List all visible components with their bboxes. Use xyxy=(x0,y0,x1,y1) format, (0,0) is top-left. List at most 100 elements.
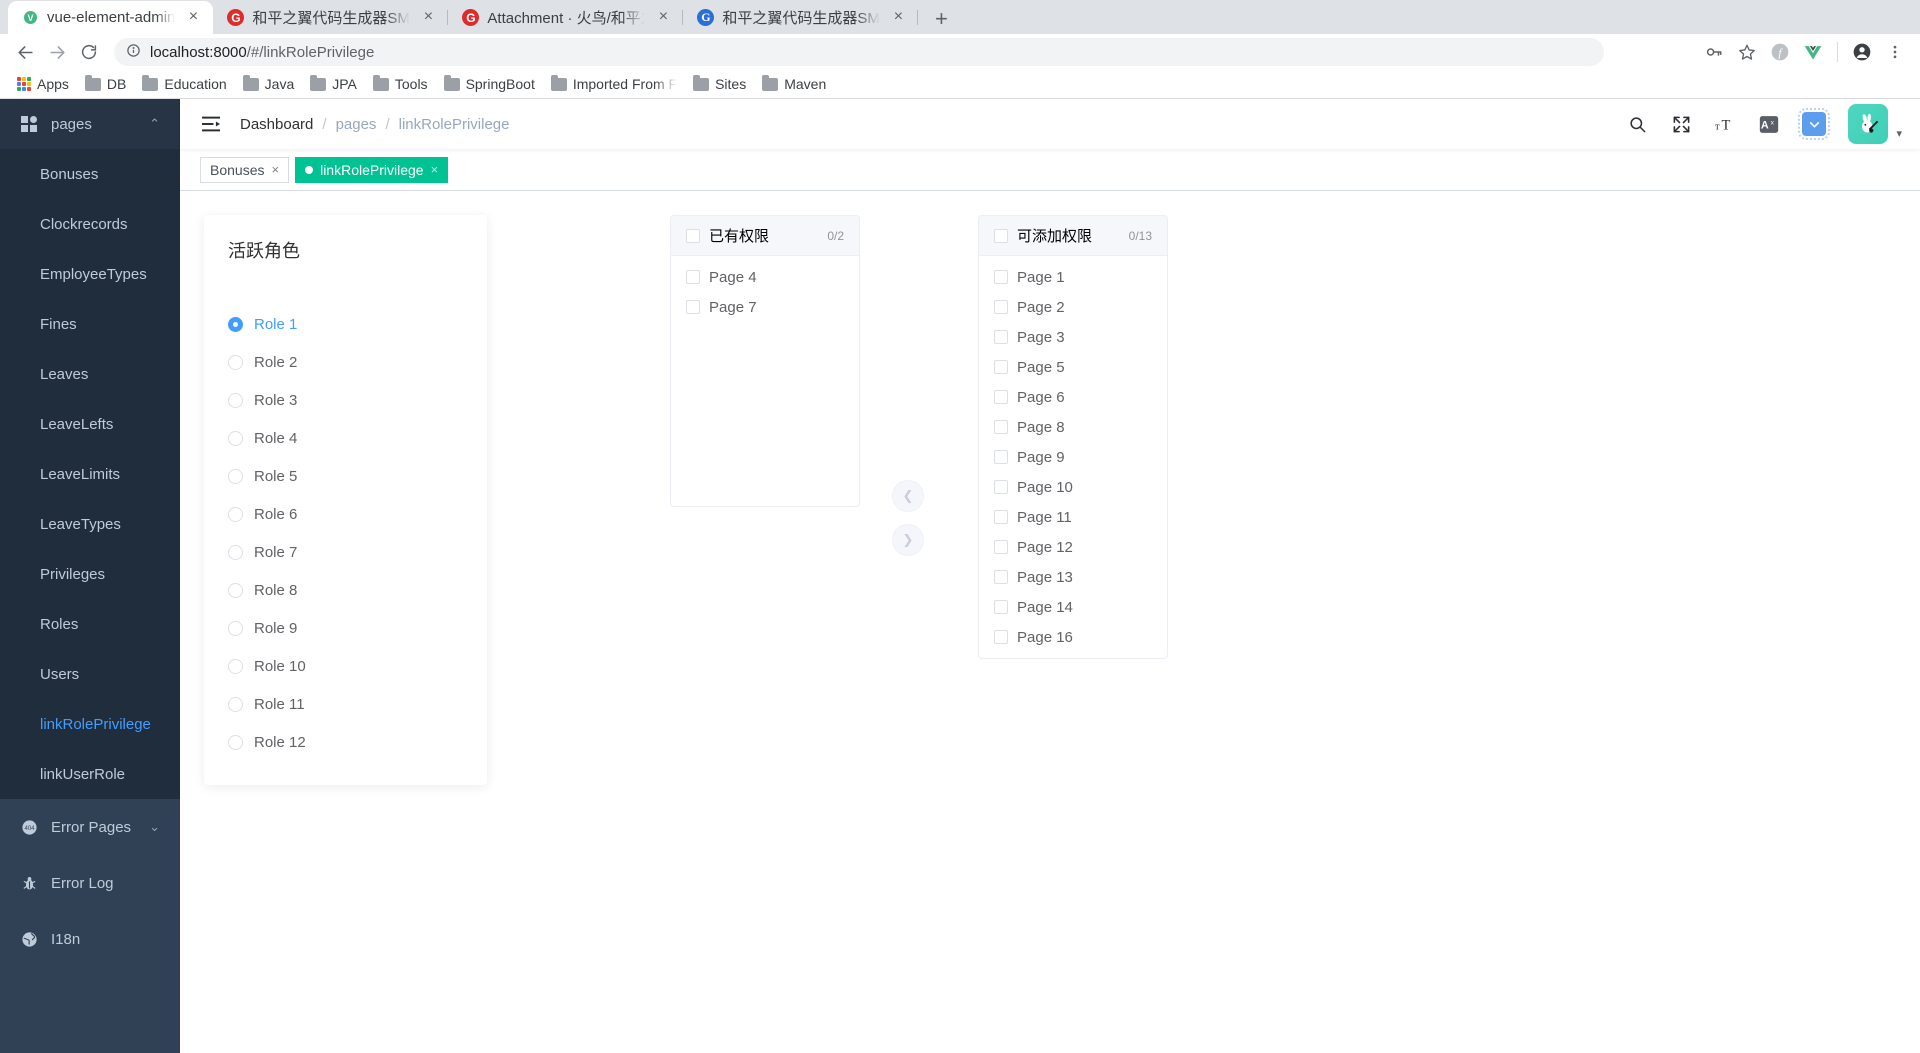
list-item[interactable]: Page 11 xyxy=(979,502,1167,532)
address-bar[interactable]: localhost:8000/#/linkRolePrivilege xyxy=(114,38,1604,66)
role-radio-role-2[interactable]: Role 2 xyxy=(228,343,463,381)
role-radio-role-3[interactable]: Role 3 xyxy=(228,381,463,419)
list-item[interactable]: Page 12 xyxy=(979,532,1167,562)
hamburger-collapse-icon[interactable] xyxy=(200,113,222,135)
bookmark-java[interactable]: Java xyxy=(235,73,303,95)
browser-tab-0[interactable]: V vue-element-admin × xyxy=(8,1,214,34)
sidebar-item-roles[interactable]: Roles xyxy=(0,599,180,649)
translate-icon[interactable]: Ax xyxy=(1758,113,1780,135)
list-item[interactable]: Page 2 xyxy=(979,292,1167,322)
more-menu-icon[interactable] xyxy=(1880,37,1910,67)
role-radio-role-8[interactable]: Role 8 xyxy=(228,571,463,609)
sidebar-item-employeetypes[interactable]: EmployeeTypes xyxy=(0,249,180,299)
sidebar-item-bonuses[interactable]: Bonuses xyxy=(0,149,180,199)
extension-f-icon[interactable]: f xyxy=(1765,37,1795,67)
font-size-icon[interactable]: тT xyxy=(1714,113,1736,135)
breadcrumb-item-linkroleprivilege[interactable]: linkRolePrivilege xyxy=(399,116,510,133)
transfer-left-header[interactable]: 已有权限 0/2 xyxy=(671,216,859,256)
role-radio-role-1[interactable]: Role 1 xyxy=(228,305,463,343)
transfer-to-left-button[interactable]: ❮ xyxy=(892,480,924,512)
list-item[interactable]: Page 5 xyxy=(979,352,1167,382)
sidebar-item-users[interactable]: Users xyxy=(0,649,180,699)
sidebar-group-pages[interactable]: pages ⌃ xyxy=(0,99,180,149)
sidebar-item-error-pages[interactable]: 404 Error Pages ⌄ xyxy=(0,799,180,855)
info-circle-icon[interactable] xyxy=(126,43,141,62)
sidebar-item-leaves[interactable]: Leaves xyxy=(0,349,180,399)
bookmark-springboot[interactable]: SpringBoot xyxy=(436,73,543,95)
list-item[interactable]: Page 6 xyxy=(979,382,1167,412)
role-radio-role-5[interactable]: Role 5 xyxy=(228,457,463,495)
vue-devtools-icon[interactable] xyxy=(1798,37,1828,67)
profile-avatar-icon[interactable] xyxy=(1847,37,1877,67)
role-radio-role-11[interactable]: Role 11 xyxy=(228,685,463,723)
item-checkbox[interactable] xyxy=(686,270,700,284)
back-icon[interactable] xyxy=(10,37,40,67)
item-checkbox[interactable] xyxy=(994,630,1008,644)
tag-linkroleprivilege[interactable]: linkRolePrivilege × xyxy=(295,156,449,183)
role-radio-role-9[interactable]: Role 9 xyxy=(228,609,463,647)
item-checkbox[interactable] xyxy=(994,450,1008,464)
sidebar-item-linkuserrole[interactable]: linkUserRole xyxy=(0,749,180,799)
reload-icon[interactable] xyxy=(74,37,104,67)
tab-close-icon[interactable]: × xyxy=(418,8,438,28)
item-checkbox[interactable] xyxy=(994,420,1008,434)
select-all-checkbox[interactable] xyxy=(686,228,700,243)
role-radio-role-4[interactable]: Role 4 xyxy=(228,419,463,457)
breadcrumb-item-pages[interactable]: pages xyxy=(336,116,377,133)
tag-close-icon[interactable]: × xyxy=(271,162,279,177)
sidebar-item-leavetypes[interactable]: LeaveTypes xyxy=(0,499,180,549)
item-checkbox[interactable] xyxy=(994,270,1008,284)
item-checkbox[interactable] xyxy=(994,390,1008,404)
bookmark-jpa[interactable]: JPA xyxy=(302,73,365,95)
bookmark-apps[interactable]: Apps xyxy=(9,73,77,95)
bookmark-db[interactable]: DB xyxy=(77,73,134,95)
key-icon[interactable] xyxy=(1699,37,1729,67)
list-item[interactable]: Page 9 xyxy=(979,442,1167,472)
search-icon[interactable] xyxy=(1626,113,1648,135)
item-checkbox[interactable] xyxy=(994,360,1008,374)
browser-tab-1[interactable]: G 和平之翼代码生成器SMEU × xyxy=(213,1,449,34)
bookmark-education[interactable]: Education xyxy=(134,73,234,95)
tab-close-icon[interactable]: × xyxy=(183,8,203,28)
sidebar-item-i18n[interactable]: I18n xyxy=(0,911,180,967)
tab-close-icon[interactable]: × xyxy=(888,8,908,28)
sidebar-item-error-log[interactable]: Error Log xyxy=(0,855,180,911)
star-icon[interactable] xyxy=(1732,37,1762,67)
tag-bonuses[interactable]: Bonuses × xyxy=(200,156,290,183)
item-checkbox[interactable] xyxy=(994,330,1008,344)
role-radio-role-7[interactable]: Role 7 xyxy=(228,533,463,571)
sidebar-item-leavelimits[interactable]: LeaveLimits xyxy=(0,449,180,499)
item-checkbox[interactable] xyxy=(994,540,1008,554)
item-checkbox[interactable] xyxy=(994,300,1008,314)
bookmark-tools[interactable]: Tools xyxy=(365,73,436,95)
tag-close-icon[interactable]: × xyxy=(431,162,439,177)
list-item[interactable]: Page 8 xyxy=(979,412,1167,442)
bookmark-maven[interactable]: Maven xyxy=(754,73,834,95)
item-checkbox[interactable] xyxy=(994,480,1008,494)
forward-icon[interactable] xyxy=(42,37,72,67)
theme-check-button[interactable] xyxy=(1798,108,1831,140)
bookmark-imported-from[interactable]: Imported From F xyxy=(543,73,685,95)
tab-close-icon[interactable]: × xyxy=(653,8,673,28)
sidebar-item-clockrecords[interactable]: Clockrecords xyxy=(0,199,180,249)
item-checkbox[interactable] xyxy=(686,300,700,314)
breadcrumb-item-dashboard[interactable]: Dashboard xyxy=(240,116,313,133)
role-radio-role-6[interactable]: Role 6 xyxy=(228,495,463,533)
user-avatar[interactable] xyxy=(1848,104,1889,144)
list-item[interactable]: Page 16 xyxy=(979,622,1167,652)
item-checkbox[interactable] xyxy=(994,600,1008,614)
item-checkbox[interactable] xyxy=(994,510,1008,524)
fullscreen-icon[interactable] xyxy=(1670,113,1692,135)
role-radio-role-12[interactable]: Role 12 xyxy=(228,723,463,761)
sidebar-item-fines[interactable]: Fines xyxy=(0,299,180,349)
browser-tab-3[interactable]: G 和平之翼代码生成器SMEU × xyxy=(683,1,919,34)
new-tab-button[interactable]: + xyxy=(924,4,958,34)
list-item[interactable]: Page 7 xyxy=(671,292,859,322)
role-radio-role-10[interactable]: Role 10 xyxy=(228,647,463,685)
transfer-to-right-button[interactable]: ❯ xyxy=(892,524,924,556)
list-item[interactable]: Page 1 xyxy=(979,262,1167,292)
transfer-right-header[interactable]: 可添加权限 0/13 xyxy=(979,216,1167,256)
list-item[interactable]: Page 13 xyxy=(979,562,1167,592)
select-all-checkbox[interactable] xyxy=(994,228,1008,243)
sidebar-item-leavelefts[interactable]: LeaveLefts xyxy=(0,399,180,449)
